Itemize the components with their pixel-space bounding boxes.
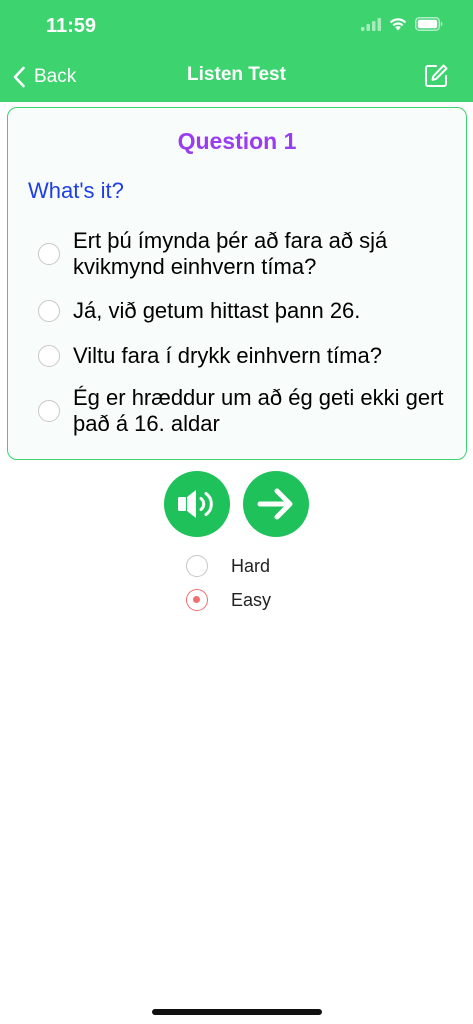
play-audio-button[interactable] xyxy=(164,471,230,537)
arrow-right-icon xyxy=(257,488,293,520)
signal-icon xyxy=(361,17,381,31)
answer-option-1[interactable]: Ert þú ímynda þér að fara að sjá kvikmyn… xyxy=(38,226,458,282)
difficulty-label: Easy xyxy=(231,590,272,610)
radio-dot xyxy=(193,596,200,603)
header-bar: 11:59 Back Listen Test xyxy=(0,0,473,102)
status-time: 11:59 xyxy=(46,15,97,37)
home-indicator xyxy=(152,1009,322,1015)
edit-icon xyxy=(425,64,448,87)
battery-icon xyxy=(415,17,443,31)
answer-text: Viltu fara í drykk einhvern tíma? xyxy=(73,343,382,368)
answer-option-3[interactable]: Viltu fara í drykk einhvern tíma? xyxy=(38,341,458,371)
edit-button[interactable] xyxy=(423,63,449,94)
question-number: Question 1 xyxy=(177,128,297,154)
answer-option-2[interactable]: Já, við getum hittast þann 26. xyxy=(38,296,458,326)
answer-radio[interactable] xyxy=(38,345,60,367)
next-button[interactable] xyxy=(243,471,309,537)
difficulty-radio-selected[interactable] xyxy=(186,589,208,611)
difficulty-option-hard[interactable]: Hard xyxy=(186,554,306,578)
listen-test-screen: 11:59 Back Listen Test Question 1 What's… xyxy=(0,0,473,1024)
difficulty-radio[interactable] xyxy=(186,555,208,577)
difficulty-option-easy[interactable]: Easy xyxy=(186,588,306,612)
answer-radio[interactable] xyxy=(38,300,60,322)
question-card: Question 1 What's it? Ert þú ímynda þér … xyxy=(7,107,467,460)
answer-radio[interactable] xyxy=(38,400,60,422)
answer-option-4[interactable]: Ég er hræddur um að ég geti ekki gert þa… xyxy=(38,383,458,439)
difficulty-label: Hard xyxy=(231,556,271,576)
speaker-icon xyxy=(178,490,213,518)
answer-text: Ert þú ímynda þér að fara að sjá kvikmyn… xyxy=(73,228,388,279)
wifi-icon xyxy=(389,18,407,31)
answer-radio[interactable] xyxy=(38,243,60,265)
page-title: Listen Test xyxy=(187,64,286,85)
answer-text: Já, við getum hittast þann 26. xyxy=(73,298,361,323)
question-prompt: What's it? xyxy=(28,178,124,203)
answer-text: Ég er hræddur um að ég geti ekki gert þa… xyxy=(73,385,444,436)
status-icons xyxy=(361,17,443,31)
